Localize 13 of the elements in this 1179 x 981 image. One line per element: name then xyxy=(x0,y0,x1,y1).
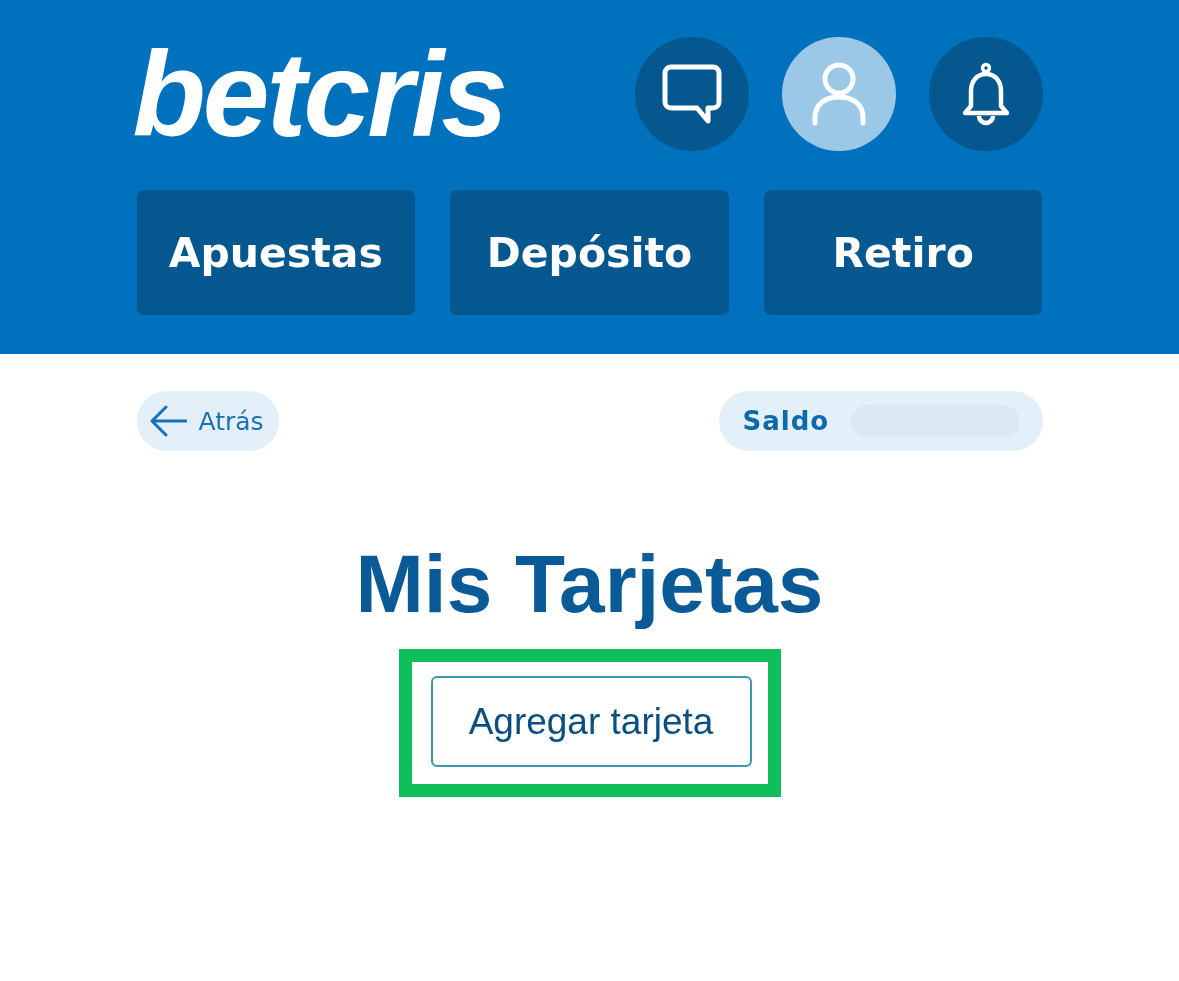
back-arrow-icon xyxy=(148,405,187,437)
chat-icon xyxy=(661,64,722,124)
nav-button[interactable]: Retiro xyxy=(763,190,1043,315)
logo: betcris xyxy=(132,34,505,154)
nav-button[interactable]: Depósito xyxy=(450,190,729,315)
back-label: Atrás xyxy=(198,406,264,436)
add-card-button[interactable]: Agregar tarjeta xyxy=(430,676,752,767)
user-icon xyxy=(810,62,867,126)
page-title: Mis Tarjetas xyxy=(354,537,825,631)
bell-icon xyxy=(960,62,1011,126)
back-button[interactable]: Atrás xyxy=(136,391,279,451)
balance-label: Saldo xyxy=(742,406,830,436)
nav-button[interactable]: Apuestas xyxy=(136,190,416,315)
